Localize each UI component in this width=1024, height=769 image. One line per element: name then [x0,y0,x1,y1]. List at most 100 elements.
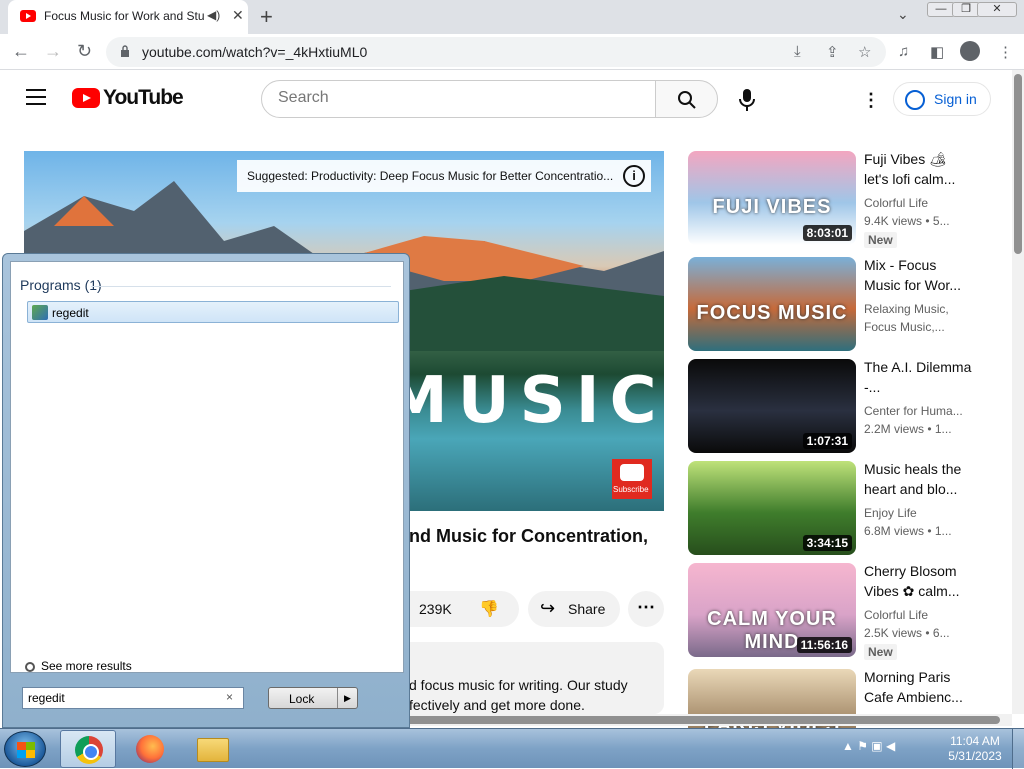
address-bar[interactable]: youtube.com/watch?v=_4kHxtiuML0 [106,37,886,67]
video-thumbnail[interactable]: FUJI VIBES 8:03:01 [688,151,856,245]
video-thumbnail[interactable]: CALM YOUR MIND 11:56:16 [688,563,856,657]
channel-name[interactable]: Relaxing Music, [864,302,964,316]
chrome-icon [75,736,103,764]
taskbar-explorer[interactable] [184,730,240,768]
video-title[interactable]: Fuji Vibes 🏕 let's lofi calm... [864,149,974,189]
sign-in-button[interactable]: Sign in [893,82,991,116]
share-page-icon[interactable]: ⇪ [826,43,839,61]
clear-search-icon[interactable]: × [226,690,233,704]
thumbs-down-icon[interactable]: 👎 [479,599,499,619]
share-button[interactable]: ↪ Share [528,591,620,627]
recommended-video-1[interactable]: FUJI VIBES 8:03:01 Fuji Vibes 🏕 let's lofi… [688,149,978,248]
close-tab-icon[interactable]: ✕ [232,7,244,24]
install-app-icon[interactable]: ⤓ [794,43,801,60]
forward-arrow-icon[interactable]: → [44,41,62,62]
video-title: nd Music for Concentration, [409,526,649,546]
settings-dots-icon[interactable]: ⋮ [862,90,880,111]
channel-name[interactable]: Colorful Life [864,608,964,622]
scrollbar-thumb[interactable] [1014,74,1022,254]
video-duration: 3:34:15 [802,535,852,551]
thumbnail-overlay-text: FOCUS MUSIC [696,302,848,324]
youtube-logo-text[interactable]: YouTube [103,86,184,110]
tab-title: Focus Music for Work and Stu [44,9,204,23]
sign-in-label: Sign in [934,91,977,107]
program-result-regedit[interactable]: regedit [27,301,399,323]
speaker-icon[interactable]: ◀) [207,8,220,22]
video-title[interactable]: The A.I. Dilemma -... [864,357,974,397]
video-title[interactable]: Music heals the heart and blo... [864,459,974,499]
start-menu: Programs (1) regedit See more results × … [2,253,410,728]
url-text: youtube.com/watch?v=_4kHxtiuML0 [142,44,368,60]
lock-label: Lock [289,692,315,706]
player-overlay-title: MUSIC [384,364,664,438]
clock-time: 11:04 AM [950,734,1000,748]
system-tray-icons[interactable]: ▲ ⚑ ▣ ◀ [842,739,942,759]
start-search-box[interactable]: × [22,687,244,709]
channel-name[interactable]: Center for Huma... [864,404,964,418]
subscribe-watermark-button[interactable]: Subscribe [612,459,652,499]
video-meta: 6.8M views • 1... [864,524,952,538]
show-desktop-button[interactable] [1012,729,1024,769]
youtube-header: YouTube ⋮ Sign in [0,70,1012,128]
browser-menu-icon[interactable]: ⋮ [998,43,1013,61]
media-control-icon[interactable]: ♫ [898,43,909,60]
video-thumbnail[interactable]: 3:34:15 [688,461,856,555]
video-thumbnail[interactable]: FOCUS MUSIC [688,257,856,351]
horizontal-scrollbar[interactable] [400,714,1012,726]
video-title[interactable]: Cherry Blosom Vibes ✿ calm... [864,561,974,601]
vertical-scrollbar[interactable] [1012,70,1024,714]
bookmark-star-icon[interactable]: ☆ [858,43,871,61]
clock[interactable]: 11:04 AM 5/31/2023 [940,734,1010,764]
start-search-input[interactable] [28,691,218,705]
more-actions-button[interactable]: ⋯ [628,591,664,627]
video-thumbnail[interactable]: 1:07:31 [688,359,856,453]
channel-name[interactable]: Colorful Life [864,196,964,210]
tab-strip: Focus Music for Work and Stu ◀) ✕ + ⌄ — … [0,0,1024,34]
info-icon[interactable]: i [623,165,645,187]
clock-date: 5/31/2023 [948,749,1002,763]
tab-search-chevron-icon[interactable]: ⌄ [897,6,909,23]
youtube-logo-icon[interactable] [72,88,100,108]
side-panel-icon[interactable]: ◧ [930,43,944,61]
search-input[interactable] [278,89,638,107]
lock-button[interactable]: Lock ▶ [268,687,358,709]
browser-toolbar: ← → ↻ youtube.com/watch?v=_4kHxtiuML0 ⤓ … [0,34,1024,70]
recommended-video-4[interactable]: 3:34:15 Music heals the heart and blo... E… [688,461,978,557]
divider [91,286,391,287]
recommended-video-5[interactable]: CALM YOUR MIND 11:56:16 Cherry Blosom Vibe… [688,561,978,660]
like-count[interactable]: 239K [419,601,452,617]
new-tab-button[interactable]: + [260,4,273,30]
scrollbar-thumb[interactable] [400,716,1000,724]
restore-button[interactable]: ❐ [952,2,980,17]
start-button[interactable] [4,731,46,767]
recommended-video-3[interactable]: 1:07:31 The A.I. Dilemma -... Center for H… [688,359,978,455]
video-title[interactable]: Mix - Focus Music for Wor... [864,255,974,295]
browser-tab[interactable]: Focus Music for Work and Stu ◀) ✕ [8,0,248,34]
account-icon [905,90,925,110]
description-line-2: fectively and get more done. [409,697,585,713]
video-meta: 2.5K views • 6... [864,626,950,640]
video-duration: 8:03:01 [802,225,852,241]
search-button[interactable] [655,80,718,118]
see-more-results-link[interactable]: See more results [25,659,132,673]
video-duration: 1:07:31 [802,433,852,449]
video-title[interactable]: Morning Paris Cafe Ambienc... [864,667,974,707]
program-result-label: regedit [52,306,89,320]
recommended-video-2[interactable]: FOCUS MUSIC Mix - Focus Music for Wor... R… [688,257,978,353]
magnifier-icon [25,661,35,672]
taskbar-chrome[interactable] [60,730,116,768]
profile-avatar-icon[interactable] [960,41,980,61]
like-dislike-group[interactable]: 239K 👎 [409,591,519,627]
hamburger-menu-icon[interactable] [26,89,46,105]
video-description[interactable]: d focus music for writing. Our study fec… [390,642,664,714]
reload-icon[interactable]: ↻ [77,41,92,62]
power-options-arrow-icon[interactable]: ▶ [337,688,357,708]
back-arrow-icon[interactable]: ← [12,41,30,62]
microphone-icon[interactable] [737,88,757,112]
taskbar-firefox[interactable] [122,730,178,768]
close-window-button[interactable]: ✕ [977,2,1017,17]
search-box[interactable] [261,80,656,118]
minimize-button[interactable]: — [927,2,955,17]
suggested-video-card[interactable]: Suggested: Productivity: Deep Focus Musi… [237,160,651,192]
channel-name[interactable]: Enjoy Life [864,506,964,520]
